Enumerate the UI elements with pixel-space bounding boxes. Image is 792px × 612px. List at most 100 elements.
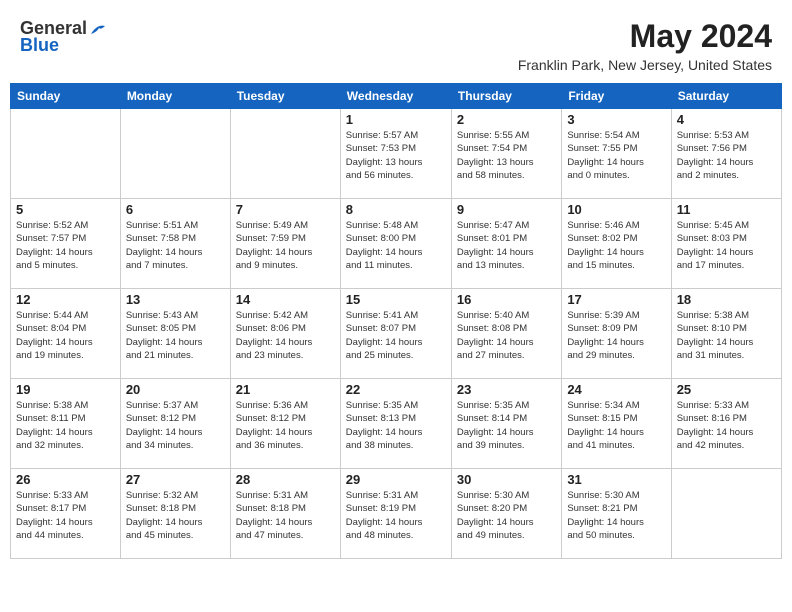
calendar-table: SundayMondayTuesdayWednesdayThursdayFrid… — [10, 83, 782, 559]
day-number: 1 — [346, 112, 446, 127]
calendar-cell: 14Sunrise: 5:42 AMSunset: 8:06 PMDayligh… — [230, 289, 340, 379]
day-info: Sunrise: 5:38 AMSunset: 8:10 PMDaylight:… — [677, 309, 776, 362]
calendar-cell: 22 Sunrise: 5:35 AMSunset: 8:13 PMDayligh… — [340, 379, 451, 469]
calendar-cell: 28 Sunrise: 5:31 AMSunset: 8:18 PMDayligh… — [230, 469, 340, 559]
logo: General Blue — [20, 18, 107, 56]
logo-bird-icon — [89, 22, 107, 36]
calendar-cell: 30 Sunrise: 5:30 AMSunset: 8:20 PMDayligh… — [451, 469, 561, 559]
calendar-cell: 26 Sunrise: 5:33 AMSunset: 8:17 PMDayligh… — [11, 469, 121, 559]
calendar-cell: 29 Sunrise: 5:31 AMSunset: 8:19 PMDayligh… — [340, 469, 451, 559]
calendar-cell: 6 Sunrise: 5:51 AMSunset: 7:58 PMDaylight… — [120, 199, 230, 289]
day-number: 25 — [677, 382, 776, 397]
day-info: Sunrise: 5:41 AMSunset: 8:07 PMDaylight:… — [346, 309, 446, 362]
day-number: 23 — [457, 382, 556, 397]
day-info: Sunrise: 5:31 AMSunset: 8:18 PMDaylight:… — [236, 489, 335, 542]
day-number: 5 — [16, 202, 115, 217]
day-info: Sunrise: 5:54 AMSunset: 7:55 PMDaylight:… — [567, 129, 665, 182]
calendar-cell — [120, 109, 230, 199]
day-number: 14 — [236, 292, 335, 307]
day-number: 7 — [236, 202, 335, 217]
day-number: 19 — [16, 382, 115, 397]
calendar-cell: 8 Sunrise: 5:48 AMSunset: 8:00 PMDaylight… — [340, 199, 451, 289]
calendar-cell: 11Sunrise: 5:45 AMSunset: 8:03 PMDayligh… — [671, 199, 781, 289]
day-number: 30 — [457, 472, 556, 487]
page-header: General Blue May 2024 Franklin Park, New… — [10, 10, 782, 77]
day-number: 27 — [126, 472, 225, 487]
day-number: 9 — [457, 202, 556, 217]
calendar-cell: 4 Sunrise: 5:53 AMSunset: 7:56 PMDaylight… — [671, 109, 781, 199]
calendar-cell: 1Sunrise: 5:57 AMSunset: 7:53 PMDaylight… — [340, 109, 451, 199]
calendar-week-row: 19 Sunrise: 5:38 AMSunset: 8:11 PMDayligh… — [11, 379, 782, 469]
day-info: Sunrise: 5:52 AMSunset: 7:57 PMDaylight:… — [16, 219, 115, 272]
calendar-cell: 2 Sunrise: 5:55 AMSunset: 7:54 PMDaylight… — [451, 109, 561, 199]
calendar-cell: 20Sunrise: 5:37 AMSunset: 8:12 PMDayligh… — [120, 379, 230, 469]
calendar-cell: 31 Sunrise: 5:30 AMSunset: 8:21 PMDayligh… — [562, 469, 671, 559]
day-info: Sunrise: 5:35 AMSunset: 8:13 PMDaylight:… — [346, 399, 446, 452]
weekday-header-friday: Friday — [562, 84, 671, 109]
day-info: Sunrise: 5:32 AMSunset: 8:18 PMDaylight:… — [126, 489, 225, 542]
day-number: 31 — [567, 472, 665, 487]
calendar-cell: 21 Sunrise: 5:36 AMSunset: 8:12 PMDayligh… — [230, 379, 340, 469]
day-number: 29 — [346, 472, 446, 487]
day-info: Sunrise: 5:55 AMSunset: 7:54 PMDaylight:… — [457, 129, 556, 182]
day-info: Sunrise: 5:45 AMSunset: 8:03 PMDaylight:… — [677, 219, 776, 272]
day-info: Sunrise: 5:46 AMSunset: 8:02 PMDaylight:… — [567, 219, 665, 272]
calendar-cell — [230, 109, 340, 199]
calendar-week-row: 12 Sunrise: 5:44 AMSunset: 8:04 PMDayligh… — [11, 289, 782, 379]
calendar-cell: 16Sunrise: 5:40 AMSunset: 8:08 PMDayligh… — [451, 289, 561, 379]
calendar-cell: 17Sunrise: 5:39 AMSunset: 8:09 PMDayligh… — [562, 289, 671, 379]
calendar-cell: 15 Sunrise: 5:41 AMSunset: 8:07 PMDayligh… — [340, 289, 451, 379]
day-info: Sunrise: 5:33 AMSunset: 8:16 PMDaylight:… — [677, 399, 776, 452]
day-info: Sunrise: 5:51 AMSunset: 7:58 PMDaylight:… — [126, 219, 225, 272]
day-number: 4 — [677, 112, 776, 127]
day-info: Sunrise: 5:31 AMSunset: 8:19 PMDaylight:… — [346, 489, 446, 542]
calendar-cell: 27 Sunrise: 5:32 AMSunset: 8:18 PMDayligh… — [120, 469, 230, 559]
calendar-cell: 10Sunrise: 5:46 AMSunset: 8:02 PMDayligh… — [562, 199, 671, 289]
day-info: Sunrise: 5:38 AMSunset: 8:11 PMDaylight:… — [16, 399, 115, 452]
day-info: Sunrise: 5:37 AMSunset: 8:12 PMDaylight:… — [126, 399, 225, 452]
day-number: 12 — [16, 292, 115, 307]
day-number: 18 — [677, 292, 776, 307]
day-info: Sunrise: 5:30 AMSunset: 8:20 PMDaylight:… — [457, 489, 556, 542]
weekday-header-sunday: Sunday — [11, 84, 121, 109]
calendar-cell: 3Sunrise: 5:54 AMSunset: 7:55 PMDaylight… — [562, 109, 671, 199]
calendar-cell: 19 Sunrise: 5:38 AMSunset: 8:11 PMDayligh… — [11, 379, 121, 469]
title-block: May 2024 Franklin Park, New Jersey, Unit… — [518, 18, 772, 73]
calendar-cell: 9Sunrise: 5:47 AMSunset: 8:01 PMDaylight… — [451, 199, 561, 289]
day-number: 21 — [236, 382, 335, 397]
calendar-cell — [11, 109, 121, 199]
day-number: 13 — [126, 292, 225, 307]
calendar-cell: 23Sunrise: 5:35 AMSunset: 8:14 PMDayligh… — [451, 379, 561, 469]
day-info: Sunrise: 5:34 AMSunset: 8:15 PMDaylight:… — [567, 399, 665, 452]
calendar-cell: 24 Sunrise: 5:34 AMSunset: 8:15 PMDayligh… — [562, 379, 671, 469]
calendar-cell — [671, 469, 781, 559]
day-number: 16 — [457, 292, 556, 307]
calendar-week-row: 26 Sunrise: 5:33 AMSunset: 8:17 PMDayligh… — [11, 469, 782, 559]
day-info: Sunrise: 5:48 AMSunset: 8:00 PMDaylight:… — [346, 219, 446, 272]
calendar-week-row: 1Sunrise: 5:57 AMSunset: 7:53 PMDaylight… — [11, 109, 782, 199]
month-year: May 2024 — [518, 18, 772, 55]
day-info: Sunrise: 5:30 AMSunset: 8:21 PMDaylight:… — [567, 489, 665, 542]
calendar-cell: 18 Sunrise: 5:38 AMSunset: 8:10 PMDayligh… — [671, 289, 781, 379]
day-number: 17 — [567, 292, 665, 307]
day-number: 26 — [16, 472, 115, 487]
calendar-cell: 12 Sunrise: 5:44 AMSunset: 8:04 PMDayligh… — [11, 289, 121, 379]
calendar-cell: 13Sunrise: 5:43 AMSunset: 8:05 PMDayligh… — [120, 289, 230, 379]
day-number: 24 — [567, 382, 665, 397]
day-number: 15 — [346, 292, 446, 307]
day-number: 8 — [346, 202, 446, 217]
day-number: 22 — [346, 382, 446, 397]
weekday-header-row: SundayMondayTuesdayWednesdayThursdayFrid… — [11, 84, 782, 109]
day-number: 2 — [457, 112, 556, 127]
day-info: Sunrise: 5:44 AMSunset: 8:04 PMDaylight:… — [16, 309, 115, 362]
weekday-header-thursday: Thursday — [451, 84, 561, 109]
day-info: Sunrise: 5:33 AMSunset: 8:17 PMDaylight:… — [16, 489, 115, 542]
day-info: Sunrise: 5:53 AMSunset: 7:56 PMDaylight:… — [677, 129, 776, 182]
calendar-cell: 25 Sunrise: 5:33 AMSunset: 8:16 PMDayligh… — [671, 379, 781, 469]
day-number: 6 — [126, 202, 225, 217]
calendar-cell: 5 Sunrise: 5:52 AMSunset: 7:57 PMDaylight… — [11, 199, 121, 289]
day-info: Sunrise: 5:36 AMSunset: 8:12 PMDaylight:… — [236, 399, 335, 452]
weekday-header-wednesday: Wednesday — [340, 84, 451, 109]
day-number: 28 — [236, 472, 335, 487]
day-info: Sunrise: 5:49 AMSunset: 7:59 PMDaylight:… — [236, 219, 335, 272]
